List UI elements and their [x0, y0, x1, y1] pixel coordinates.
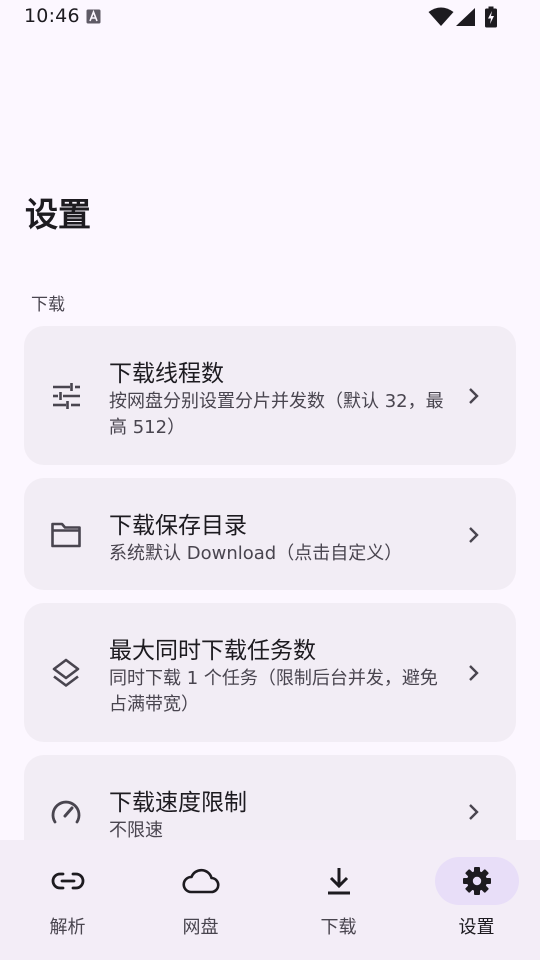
a-notification-icon: [86, 9, 101, 24]
download-icon: [328, 868, 350, 895]
chevron-right-icon: [469, 388, 479, 404]
link-icon: [51, 872, 85, 890]
setting-subtitle: 系统默认 Download（点击自定义）: [109, 543, 403, 564]
speedometer-icon: [51, 800, 81, 824]
nav-label: 网盘: [182, 917, 219, 938]
status-time: 10:46: [24, 5, 80, 27]
setting-title: 下载速度限制: [109, 790, 247, 816]
nav-icon-container: [26, 857, 110, 905]
signal-icon: [456, 8, 475, 26]
nav-label: 设置: [458, 917, 495, 938]
setting-title: 下载保存目录: [109, 513, 247, 539]
chevron-right-icon: [469, 665, 479, 681]
gear-icon: [463, 867, 491, 895]
nav-item-parse[interactable]: 解析: [0, 840, 135, 960]
setting-subtitle: 同时下载 1 个任务（限制后台并发，避免占满带宽）: [109, 668, 438, 715]
nav-label: 解析: [49, 917, 86, 938]
nav-item-settings[interactable]: 设置: [409, 840, 540, 960]
chevron-right-icon: [469, 527, 479, 543]
folder-icon: [51, 522, 81, 548]
section-header-download: 下载: [31, 295, 65, 315]
nav-active-indicator: [435, 857, 519, 905]
nav-label: 下载: [320, 917, 357, 938]
setting-subtitle: 按网盘分别设置分片并发数（默认 32，最高 512）: [109, 391, 444, 438]
nav-icon-container: [159, 857, 243, 905]
battery-charging-icon: [485, 6, 497, 28]
status-bar: 10:46: [0, 0, 540, 34]
chevron-right-icon: [469, 804, 479, 820]
setting-download-directory[interactable]: 下载保存目录 系统默认 Download（点击自定义）: [24, 478, 516, 590]
nav-item-cloud-drive[interactable]: 网盘: [133, 840, 268, 960]
tune-sliders-icon: [53, 383, 80, 409]
setting-title: 最大同时下载任务数: [109, 638, 316, 664]
setting-title: 下载线程数: [109, 361, 224, 387]
nav-icon-container: [297, 857, 381, 905]
cloud-icon: [182, 868, 220, 894]
wifi-icon: [428, 7, 454, 26]
nav-item-download[interactable]: 下载: [271, 840, 406, 960]
setting-download-threads[interactable]: 下载线程数 按网盘分别设置分片并发数（默认 32，最高 512）: [24, 326, 516, 465]
layers-icon: [52, 658, 80, 687]
page-title: 设置: [25, 195, 91, 234]
setting-max-concurrent-tasks[interactable]: 最大同时下载任务数 同时下载 1 个任务（限制后台并发，避免占满带宽）: [24, 603, 516, 742]
bottom-navigation: 解析 网盘 下载 设置: [0, 840, 540, 960]
